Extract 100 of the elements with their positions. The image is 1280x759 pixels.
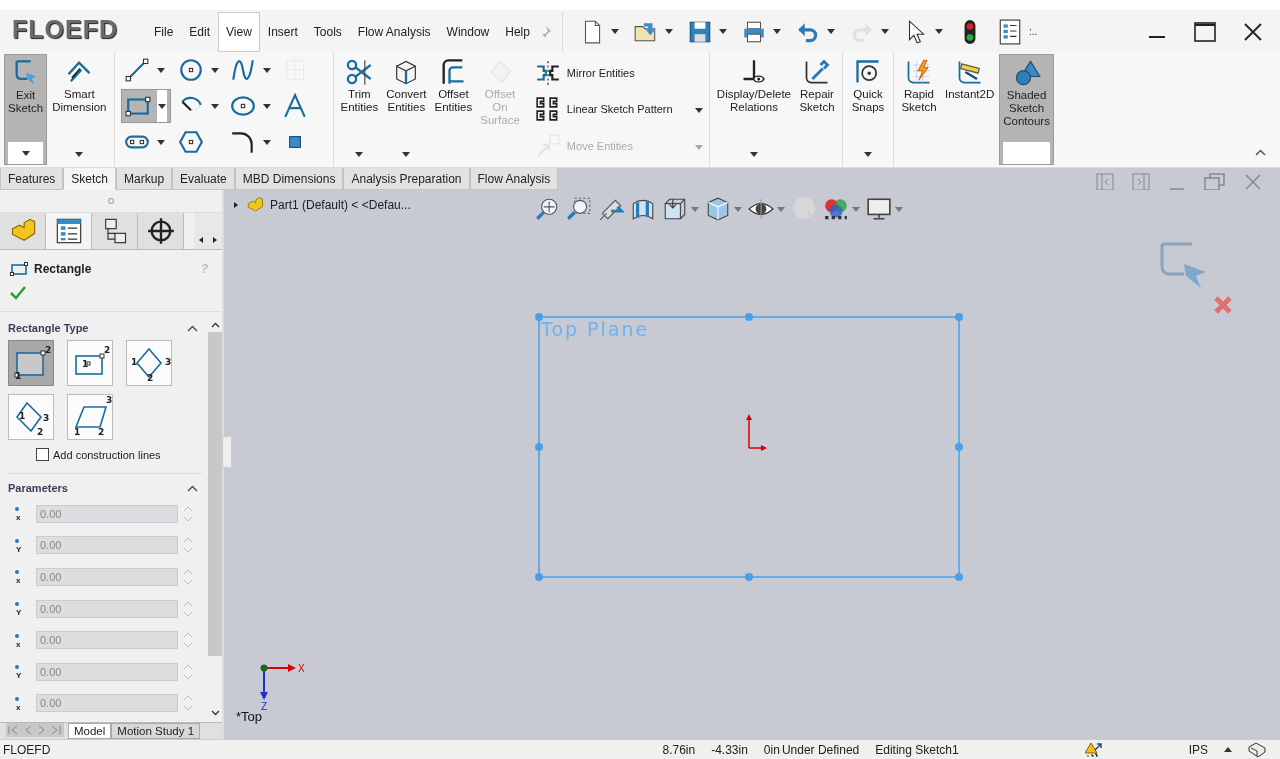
caret-icon[interactable] bbox=[157, 103, 166, 109]
panel-tab[interactable] bbox=[46, 213, 92, 249]
caret-icon[interactable] bbox=[934, 29, 943, 34]
ribbon-button[interactable]: Smart Dimension bbox=[49, 54, 110, 165]
scroll-up-icon[interactable] bbox=[210, 322, 220, 328]
caret-icon[interactable] bbox=[262, 139, 271, 145]
caret-icon[interactable] bbox=[772, 29, 781, 34]
command-tab[interactable]: Features bbox=[0, 168, 64, 190]
menu-item[interactable]: Help bbox=[497, 11, 538, 52]
rectangle-type-button[interactable]: 1 2 bbox=[67, 340, 113, 386]
ribbon-button[interactable]: Trim Entities bbox=[337, 54, 382, 165]
ribbon-button[interactable]: Mirror Entities bbox=[534, 60, 703, 87]
section-title: Rectangle Type bbox=[8, 322, 89, 334]
status-text: FLOEFD bbox=[3, 742, 51, 757]
rectangle-type-button[interactable]: 1 2 bbox=[8, 340, 54, 386]
caret-icon[interactable] bbox=[664, 29, 673, 34]
tree-item[interactable]: Part1 (Default) < <Defau... bbox=[270, 198, 411, 212]
caret-icon[interactable] bbox=[718, 29, 727, 34]
zoom-fit-icon bbox=[534, 196, 560, 222]
ribbon-button[interactable]: Offset Entities bbox=[431, 54, 476, 165]
dropdown-area[interactable] bbox=[8, 142, 44, 164]
ribbon-button[interactable]: Instant2D bbox=[942, 54, 998, 165]
view-label: *Top bbox=[236, 709, 263, 724]
collapse-handle[interactable] bbox=[222, 436, 232, 468]
checkbox-label[interactable]: Add construction lines bbox=[53, 448, 161, 461]
command-tab[interactable]: Analysis Preparation bbox=[343, 168, 470, 190]
maximize-icon[interactable] bbox=[1194, 21, 1216, 42]
expand-icon[interactable] bbox=[232, 201, 240, 209]
part-icon bbox=[246, 196, 264, 214]
ribbon-button[interactable]: Quick Snaps bbox=[847, 54, 889, 165]
checkmark-icon[interactable] bbox=[10, 286, 26, 300]
rectangle-type-button[interactable]: 1 3 2 bbox=[126, 340, 172, 386]
collapse-chevron-icon[interactable] bbox=[1255, 149, 1266, 156]
ribbon-button[interactable]: Repair Sketch bbox=[796, 54, 838, 165]
sketch-tool-button[interactable] bbox=[120, 89, 171, 123]
rebuild-warning-icon[interactable] bbox=[1084, 741, 1103, 758]
caret-icon[interactable] bbox=[826, 29, 835, 34]
tile-left-icon[interactable] bbox=[1096, 173, 1114, 191]
tile-right-icon[interactable] bbox=[1132, 173, 1150, 191]
ribbon-button[interactable]: Convert Entities bbox=[383, 54, 430, 165]
ribbon-button[interactable]: Shaded Sketch Contours bbox=[999, 54, 1054, 165]
model-tab[interactable]: Motion Study 1 bbox=[111, 723, 201, 739]
point-label: 2 bbox=[37, 427, 44, 437]
rectangle-type-button[interactable]: 3 1 2 bbox=[67, 394, 113, 440]
command-tab[interactable]: Sketch bbox=[63, 168, 117, 190]
caret-icon[interactable] bbox=[210, 67, 219, 73]
point-label: 3 bbox=[43, 413, 50, 423]
status-text: Editing Sketch1 bbox=[875, 742, 959, 757]
graphics-area[interactable]: Part1 (Default) < <Defau... Top Plane X Z *Top bbox=[224, 190, 1280, 739]
caret-icon[interactable] bbox=[355, 151, 364, 157]
close-icon[interactable] bbox=[1244, 22, 1262, 41]
caret-icon[interactable] bbox=[694, 108, 703, 114]
caret-icon[interactable] bbox=[610, 29, 619, 34]
panel-tab[interactable] bbox=[138, 213, 184, 249]
menu-item[interactable]: View bbox=[218, 11, 260, 52]
caret-icon[interactable] bbox=[156, 139, 165, 145]
menu-item[interactable]: Insert bbox=[259, 11, 306, 52]
scroll-down-icon[interactable] bbox=[210, 710, 220, 716]
caret-icon[interactable] bbox=[1224, 747, 1232, 752]
command-tab[interactable]: Markup bbox=[116, 168, 173, 190]
tag-icon[interactable] bbox=[1248, 741, 1266, 758]
point-label: 3 bbox=[106, 395, 112, 405]
checkbox[interactable] bbox=[36, 448, 49, 461]
dropdown-area[interactable] bbox=[156, 90, 167, 122]
menu-item[interactable]: Flow Analysis bbox=[349, 11, 439, 52]
command-tab[interactable]: Evaluate bbox=[172, 168, 235, 190]
model-tab[interactable]: Model bbox=[68, 723, 112, 739]
axis-label: Y bbox=[16, 536, 32, 554]
caret-icon[interactable] bbox=[156, 67, 165, 73]
panel-tab[interactable] bbox=[92, 213, 138, 249]
overflow-text[interactable]: :.. bbox=[1028, 26, 1038, 37]
caret-icon[interactable] bbox=[210, 103, 219, 109]
caret-icon[interactable] bbox=[402, 151, 411, 157]
axis-label: x bbox=[16, 694, 32, 712]
menu-item[interactable]: Edit bbox=[181, 11, 219, 52]
caret-icon[interactable] bbox=[262, 103, 271, 109]
view-cube-icon bbox=[662, 196, 688, 222]
ribbon-button[interactable]: Rapid Sketch bbox=[898, 54, 940, 165]
caret-icon[interactable] bbox=[749, 151, 758, 157]
caret-icon[interactable] bbox=[864, 151, 872, 157]
eye-icon bbox=[748, 196, 774, 222]
ribbon-button[interactable]: Linear Sketch Pattern bbox=[534, 96, 703, 123]
menu-item[interactable]: Tools bbox=[305, 11, 350, 52]
collapse-chevron-icon[interactable] bbox=[187, 484, 198, 492]
menu-item[interactable]: Window bbox=[438, 11, 498, 52]
caret-icon[interactable] bbox=[21, 150, 30, 156]
collapse-chevron-icon[interactable] bbox=[187, 324, 198, 332]
ribbon-button[interactable]: Display/Delete Relations bbox=[713, 54, 794, 165]
caret-icon[interactable] bbox=[75, 151, 84, 157]
section-title: Parameters bbox=[8, 482, 68, 494]
units-text[interactable]: IPS bbox=[1188, 742, 1208, 757]
grip-icon[interactable] bbox=[108, 198, 114, 204]
point-label: 2 bbox=[45, 345, 52, 355]
menu-item[interactable]: File bbox=[146, 11, 182, 52]
ribbon-button[interactable]: Exit Sketch bbox=[4, 54, 48, 165]
zoom-area-icon bbox=[566, 196, 592, 222]
command-tab[interactable]: Flow Analysis bbox=[469, 168, 559, 190]
caret-icon[interactable] bbox=[262, 67, 271, 73]
rectangle-type-button[interactable]: 1 3 2 bbox=[8, 394, 54, 440]
command-tab[interactable]: MBD Dimensions bbox=[234, 168, 344, 190]
